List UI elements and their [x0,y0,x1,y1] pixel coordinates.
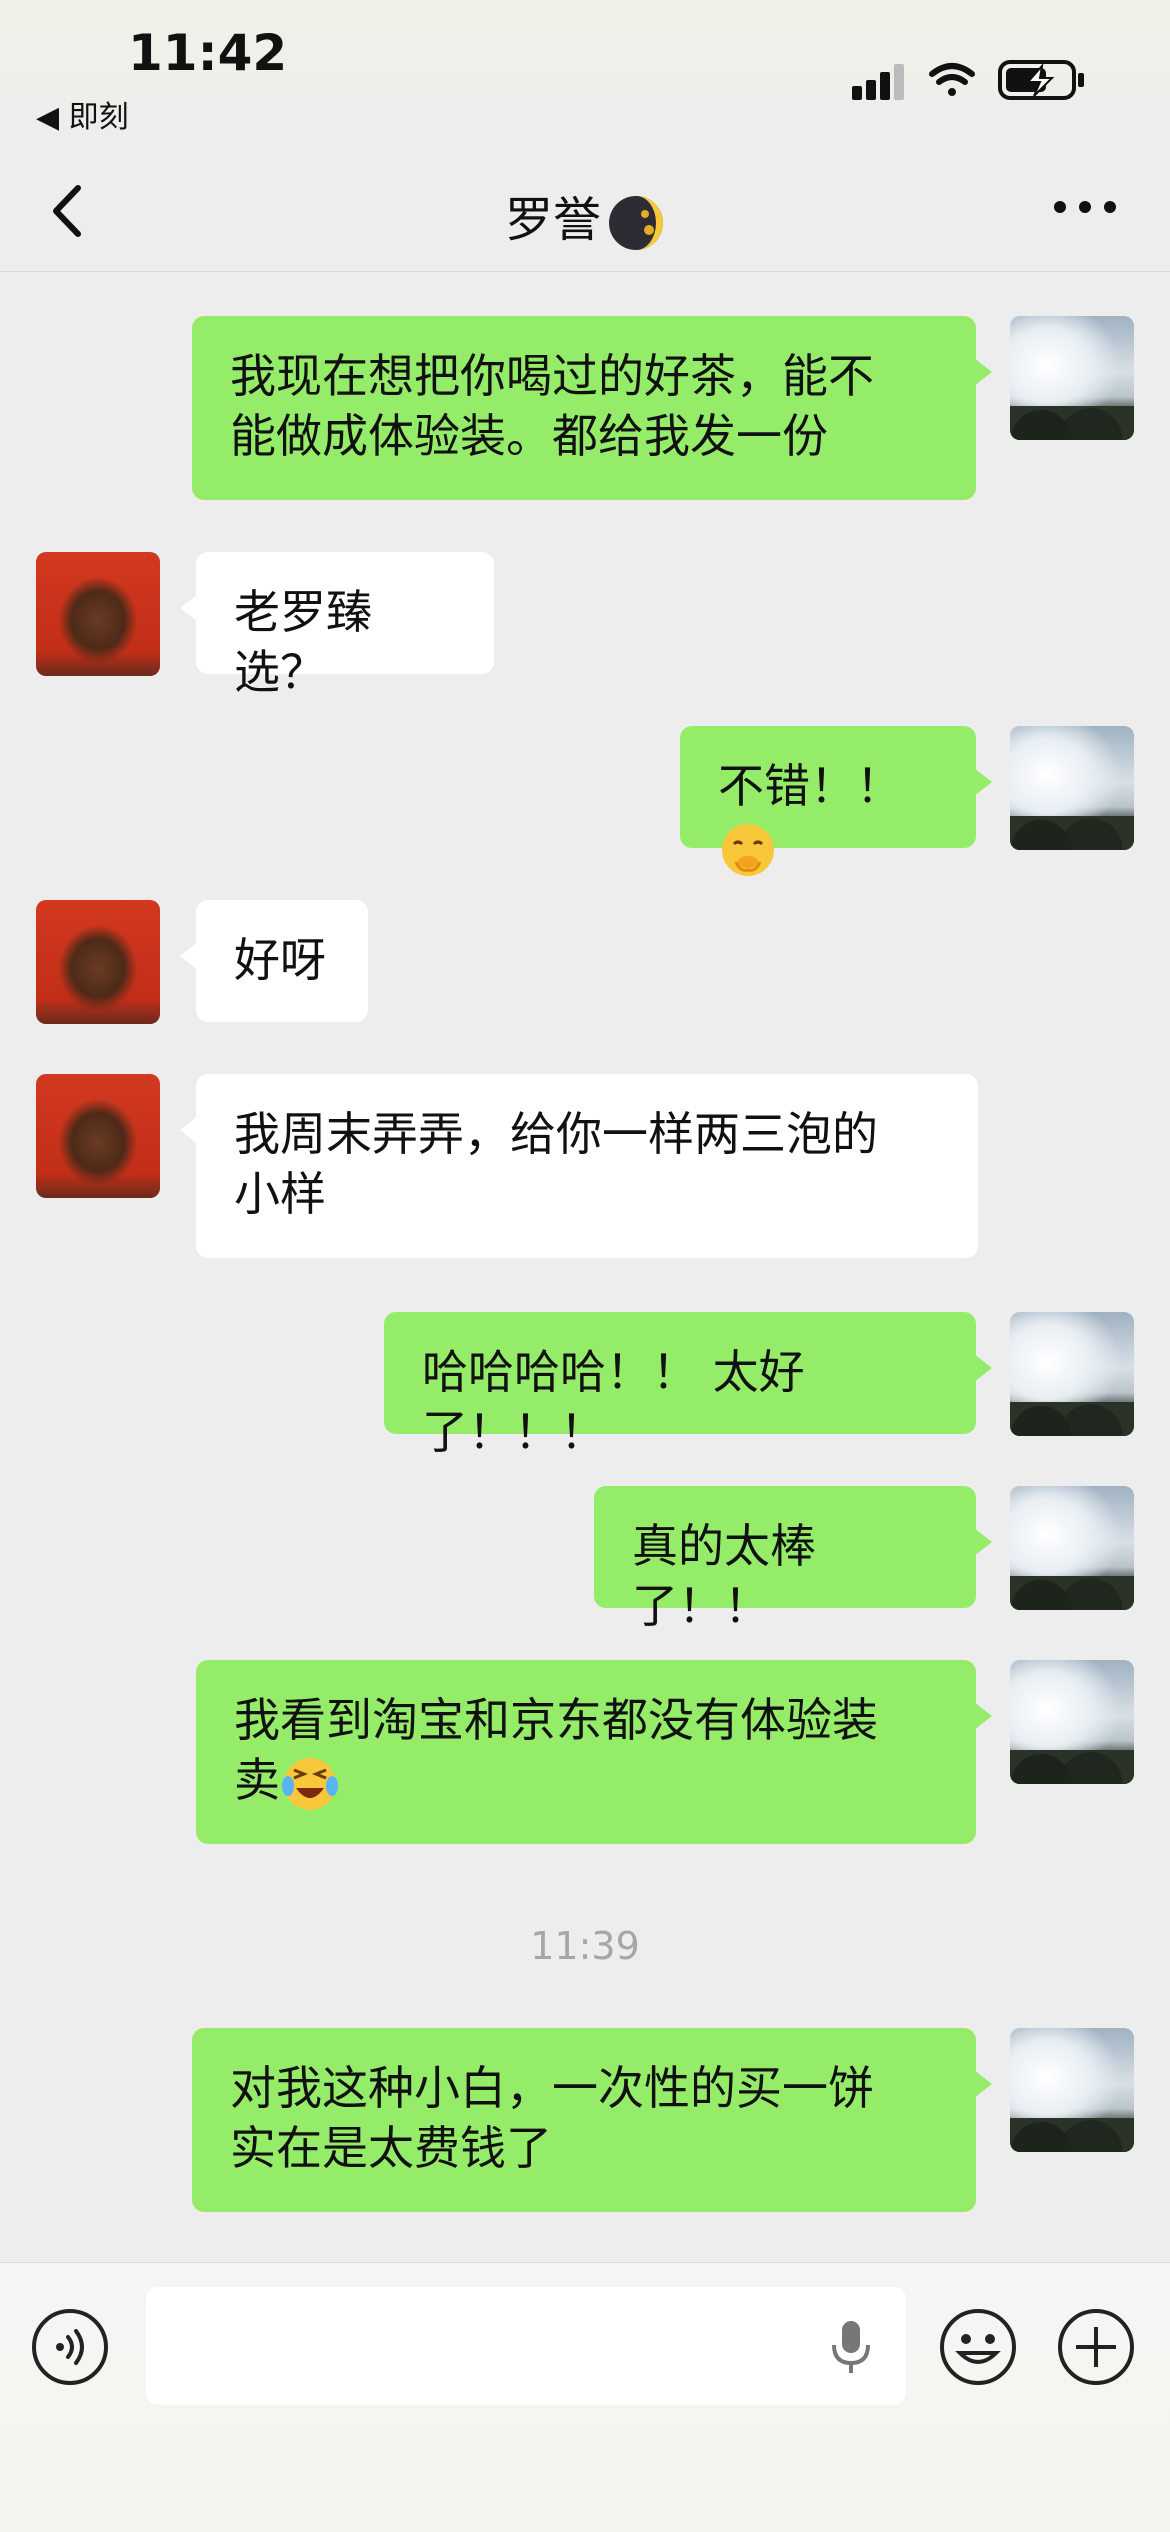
message-text: 真的太棒了！！ [632,1519,816,1633]
plus-icon[interactable] [1056,2307,1136,2387]
moon-emoji [609,196,663,250]
message-bubble-outgoing[interactable]: 对我这种小白，一次性的买一饼 实在是太费钱了 [192,2028,992,2212]
message-input[interactable] [146,2287,906,2405]
message-bubble-outgoing[interactable]: 哈哈哈哈！！ 太好了！！！ [384,1312,992,1459]
status-bar: 11:42 ◀ 即刻 [0,0,1170,150]
voice-icon[interactable] [30,2307,110,2387]
message-timestamp: 11:39 [530,1924,640,1968]
message-text: 我周末弄弄，给你一样两三泡的 小样 [234,1107,878,1221]
message-bubble-outgoing[interactable]: 真的太棒了！！ [594,1486,992,1633]
message-text: 哈哈哈哈！！ 太好了！！！ [422,1345,805,1459]
battery-charging-icon [998,60,1084,100]
message-bubble-incoming[interactable]: 好呀 [180,900,368,1022]
input-bar [0,2262,1170,2532]
laugh-cry-emoji [282,1757,338,1810]
message-bubble-outgoing[interactable]: 我看到淘宝和京东都没有体验装 卖 [196,1660,992,1844]
my-avatar[interactable] [1010,1660,1134,1784]
message-text: 对我这种小白，一次性的买一饼 实在是太费钱了 [230,2061,874,2175]
message-text: 不错！！ [718,759,902,813]
emoji-icon[interactable] [938,2307,1018,2387]
microphone-icon[interactable] [826,2317,876,2377]
message-text: 好呀 [234,933,326,987]
message-bubble-outgoing[interactable]: 不错！！ [680,726,992,876]
contact-name: 罗誉 [504,192,601,248]
message-text: 我现在想把你喝过的好茶，能不 能做成体验装。都给我发一份 [230,349,874,463]
chat-title: 罗誉 [0,180,1170,252]
chat-screen: 11:42 ◀ 即刻 罗誉 我现在想把你喝过的好茶，能不 能做成体验装。都给我发… [0,0,1170,2532]
my-avatar[interactable] [1010,726,1134,850]
message-text: 老罗臻选？ [234,585,372,699]
message-bubble-outgoing[interactable]: 我现在想把你喝过的好茶，能不 能做成体验装。都给我发一份 [192,316,992,500]
contact-avatar[interactable] [36,1074,160,1198]
shy-face-emoji [722,823,774,876]
more-options-icon[interactable] [1052,194,1118,220]
back-to-app-link[interactable]: ◀ 即刻 [36,92,129,136]
chat-header: 罗誉 [0,150,1170,272]
status-icons [852,60,1084,100]
message-bubble-incoming[interactable]: 老罗臻选？ [180,552,494,699]
message-bubble-incoming[interactable]: 我周末弄弄，给你一样两三泡的 小样 [180,1074,978,1258]
cellular-signal-icon [852,64,904,100]
my-avatar[interactable] [1010,2028,1134,2152]
my-avatar[interactable] [1010,316,1134,440]
my-avatar[interactable] [1010,1312,1134,1436]
contact-avatar[interactable] [36,900,160,1024]
my-avatar[interactable] [1010,1486,1134,1610]
status-time: 11:42 [128,24,288,82]
wifi-icon [929,63,975,96]
contact-avatar[interactable] [36,552,160,676]
